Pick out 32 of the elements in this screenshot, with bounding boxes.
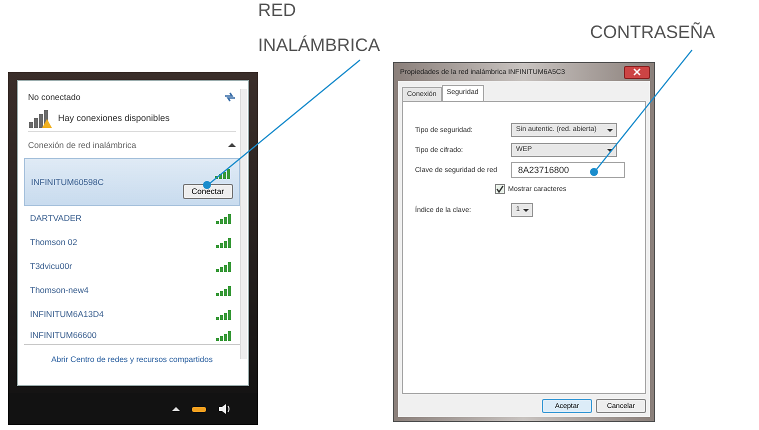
signal-icon xyxy=(215,167,233,179)
checkbox[interactable] xyxy=(495,184,505,194)
network-item[interactable]: INFINITUM6A13D4 xyxy=(24,302,240,326)
network-item[interactable]: Thomson-new4 xyxy=(24,278,240,302)
close-icon xyxy=(633,68,641,76)
network-item[interactable]: INFINITUM66600 xyxy=(24,326,240,345)
network-tray-icon[interactable] xyxy=(192,405,206,413)
connect-button[interactable]: Conectar xyxy=(182,184,233,199)
network-item[interactable]: Thomson 02 xyxy=(24,230,240,254)
password-field[interactable]: 8A23716800 xyxy=(511,162,625,178)
signal-icon xyxy=(216,329,234,341)
refresh-icon[interactable] xyxy=(224,92,236,102)
signal-icon xyxy=(216,212,234,224)
close-button[interactable] xyxy=(624,66,650,78)
speaker-icon[interactable] xyxy=(218,403,232,415)
availability-text: Hay conexiones disponibles xyxy=(58,113,170,123)
connection-status: No conectado xyxy=(28,92,80,102)
signal-icon xyxy=(216,236,234,248)
signal-icon xyxy=(216,284,234,296)
scrollbar[interactable] xyxy=(240,89,247,359)
callout-label: CONTRASEÑA xyxy=(590,22,716,43)
signal-icon xyxy=(216,260,234,272)
section-header: Conexión de red inalámbrica xyxy=(28,140,136,150)
signal-icon xyxy=(216,308,234,320)
tray-arrow-icon[interactable] xyxy=(172,406,180,412)
signal-warning-icon xyxy=(28,107,54,129)
network-item[interactable]: T3dvicu00r xyxy=(24,254,240,278)
network-item[interactable]: INFINITUM60598C Conectar xyxy=(24,158,240,206)
callout-label: RED INALÁMBRICA xyxy=(258,0,380,55)
network-center-link[interactable]: Abrir Centro de redes y recursos compartidos xyxy=(51,355,213,364)
network-item[interactable]: DARTVADER xyxy=(24,206,240,230)
collapse-icon[interactable] xyxy=(228,142,236,148)
